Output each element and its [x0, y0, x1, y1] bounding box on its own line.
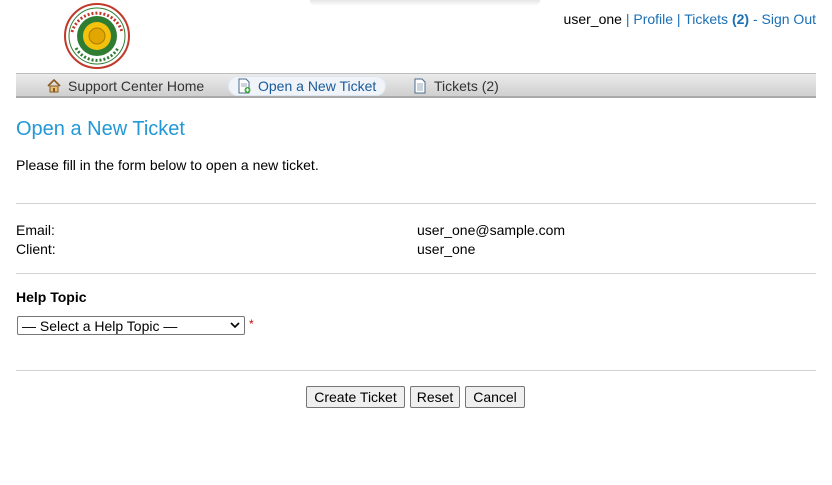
required-mark: * [249, 317, 254, 331]
cancel-button[interactable]: Cancel [465, 386, 525, 408]
separator: | [673, 11, 685, 27]
dash-separator: - [749, 11, 762, 27]
divider [16, 203, 816, 204]
sign-out-link[interactable]: Sign Out [762, 11, 816, 27]
nav-support-home[interactable]: Support Center Home [46, 76, 204, 96]
separator: | [621, 11, 634, 27]
client-value: user_one [417, 241, 476, 257]
home-icon [47, 78, 61, 93]
main-nav: Support Center Home Open a New Ticket Ti… [16, 73, 816, 98]
nav-label: Support Center Home [68, 78, 205, 94]
username: user_one [563, 11, 622, 27]
new-ticket-icon [238, 78, 251, 94]
page-title: Open a New Ticket [16, 118, 185, 140]
chevron-down-icon [230, 322, 240, 329]
help-topic-select[interactable]: — Select a Help Topic — [17, 316, 245, 335]
profile-link[interactable]: Profile [633, 11, 673, 27]
nav-label: Open a New Ticket [258, 78, 377, 94]
tickets-icon [414, 78, 426, 94]
seal-icon [64, 3, 130, 69]
help-topic-selected: — Select a Help Topic — [22, 317, 178, 334]
top-shade [310, 0, 540, 6]
reset-button[interactable]: Reset [410, 386, 460, 408]
divider [16, 273, 816, 274]
intro-text: Please fill in the form below to open a … [16, 157, 319, 173]
divider [16, 370, 816, 371]
tickets-count: (2) [731, 11, 750, 27]
client-label: Client: [16, 241, 56, 257]
help-topic-label: Help Topic [16, 289, 87, 305]
tickets-link-label: Tickets [684, 11, 729, 27]
nav-open-ticket[interactable]: Open a New Ticket [228, 76, 387, 96]
nav-tickets[interactable]: Tickets (2) [412, 76, 499, 96]
create-ticket-button[interactable]: Create Ticket [306, 386, 405, 408]
email-label: Email: [16, 222, 55, 238]
nav-label: Tickets (2) [434, 78, 499, 94]
email-value: user_one@sample.com [417, 222, 566, 238]
tickets-link[interactable]: Tickets (2) [684, 11, 749, 27]
university-logo[interactable] [62, 2, 132, 70]
user-bar: user_one | Profile | Tickets (2) - Sign … [564, 11, 816, 27]
